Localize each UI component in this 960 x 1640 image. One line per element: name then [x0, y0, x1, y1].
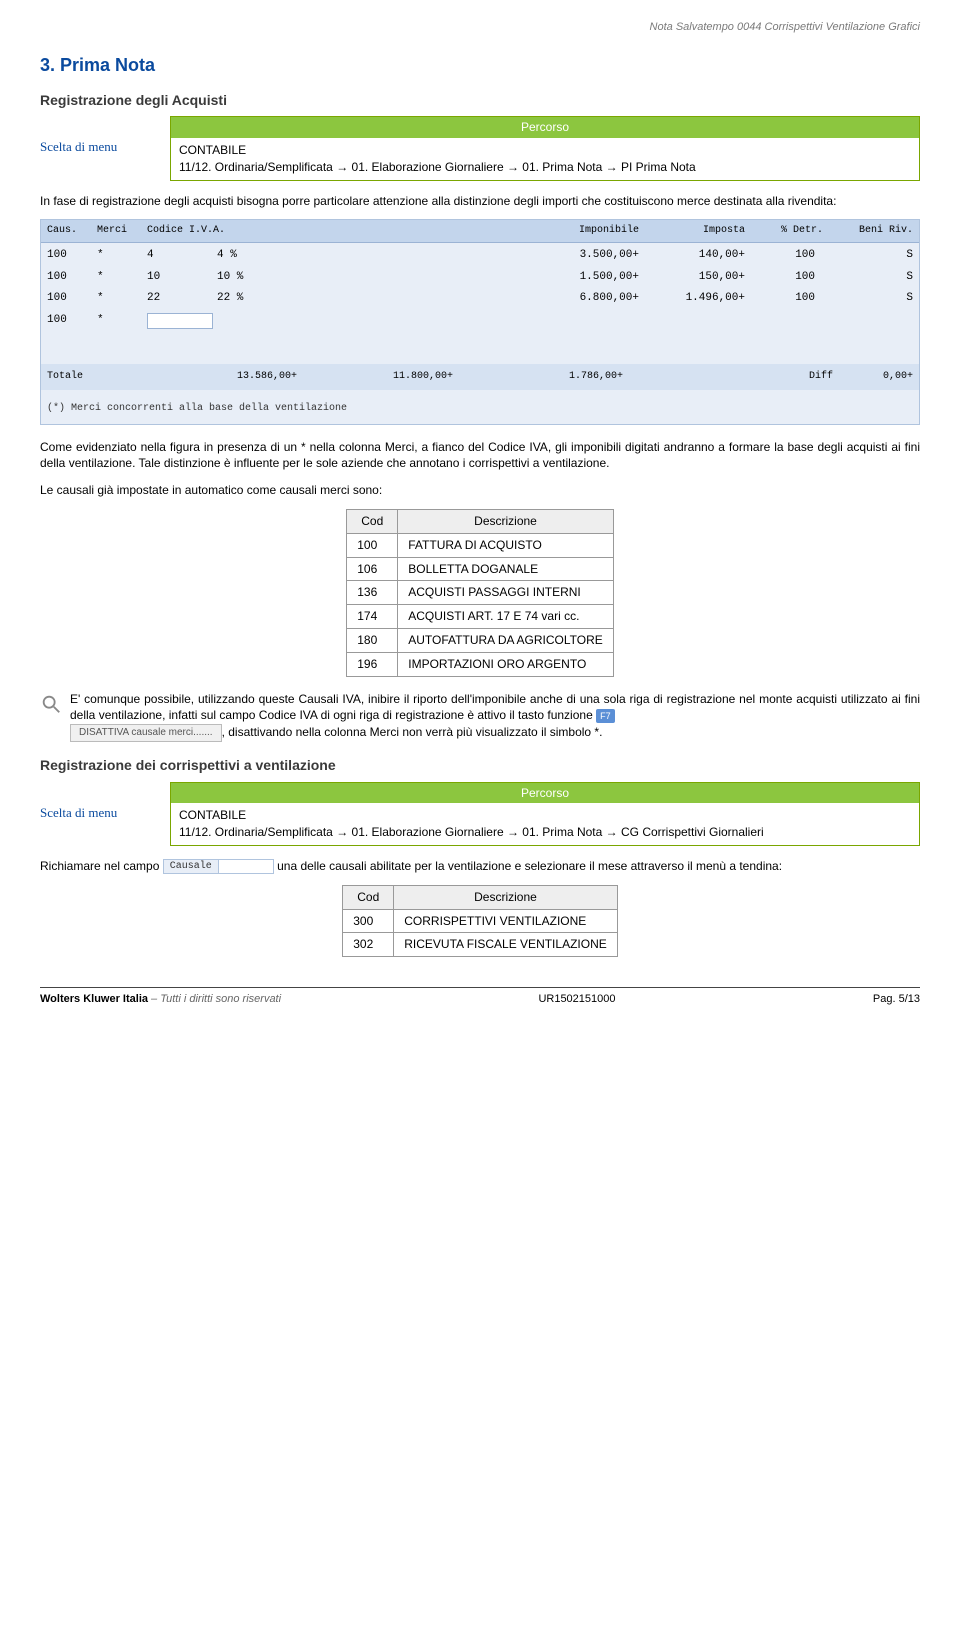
- col-caus: Caus.: [47, 224, 97, 238]
- percorso-block-2: Scelta di menu Percorso CONTABILE 11/12.…: [40, 782, 920, 846]
- percorso-body: CONTABILE 11/12. Ordinaria/Semplificata …: [171, 803, 919, 845]
- percorso-header: Percorso: [171, 783, 919, 804]
- table-row: 100 * 22 22 % 6.800,00+ 1.496,00+ 100 S: [47, 288, 913, 309]
- table-row: 100 *: [47, 310, 913, 332]
- codice-input[interactable]: [147, 313, 213, 329]
- percorso-header: Percorso: [171, 117, 919, 138]
- section-title: 3. Prima Nota: [40, 53, 920, 78]
- causale-field[interactable]: Causale: [163, 860, 274, 874]
- table-row: 100 * 4 4 % 3.500,00+ 140,00+ 100 S: [47, 245, 913, 266]
- screenshot-footnote: (*) Merci concorrenti alla base della ve…: [41, 390, 919, 424]
- col-imposta: Imposta: [653, 224, 753, 238]
- col-desc: Descrizione: [394, 885, 618, 909]
- scelta-di-menu-label: Scelta di menu: [40, 782, 170, 822]
- f7-key-icon: F7: [596, 709, 615, 724]
- percorso-box: Percorso CONTABILE 11/12. Ordinaria/Semp…: [170, 782, 920, 846]
- scelta-di-menu-label: Scelta di menu: [40, 116, 170, 156]
- app-screenshot: Caus. Merci Codice I.V.A. Imponibile Imp…: [40, 219, 920, 424]
- causali-table-1: Cod Descrizione 100FATTURA DI ACQUISTO 1…: [40, 509, 920, 677]
- percorso-line2: 11/12. Ordinaria/Semplificata → 01. Elab…: [179, 160, 696, 174]
- percorso-box: Percorso CONTABILE 11/12. Ordinaria/Semp…: [170, 116, 920, 180]
- table-row: 100FATTURA DI ACQUISTO: [347, 533, 614, 557]
- para-causali-intro: Le causali già impostate in automatico c…: [40, 482, 920, 499]
- screenshot-header-row: Caus. Merci Codice I.V.A. Imponibile Imp…: [41, 220, 919, 243]
- screenshot-rows: 100 * 4 4 % 3.500,00+ 140,00+ 100 S 100 …: [41, 243, 919, 333]
- para-merci-explain: Come evidenziato nella figura in presenz…: [40, 439, 920, 473]
- table-row: 300CORRISPETTIVI VENTILAZIONE: [343, 909, 618, 933]
- percorso-body: CONTABILE 11/12. Ordinaria/Semplificata …: [171, 138, 919, 180]
- table-row: 100 * 10 10 % 1.500,00+ 150,00+ 100 S: [47, 267, 913, 288]
- col-detr: % Detr.: [753, 224, 823, 238]
- para-richiamare: Richiamare nel campo Causale una delle c…: [40, 858, 920, 875]
- col-imponibile: Imponibile: [297, 224, 653, 238]
- col-cod: Cod: [343, 885, 394, 909]
- table-row: 136ACQUISTI PASSAGGI INTERNI: [347, 581, 614, 605]
- col-desc: Descrizione: [398, 509, 613, 533]
- doc-header: Nota Salvatempo 0044 Corrispettivi Venti…: [40, 20, 920, 35]
- table-row: 106BOLLETTA DOGANALE: [347, 557, 614, 581]
- percorso-line1: CONTABILE: [179, 143, 246, 157]
- intro-paragraph: In fase di registrazione degli acquisti …: [40, 193, 920, 210]
- page-footer: Wolters Kluwer Italia – Tutti i diritti …: [40, 987, 920, 1007]
- causali-table-2: Cod Descrizione 300CORRISPETTIVI VENTILA…: [40, 885, 920, 957]
- footer-code: UR1502151000: [538, 992, 615, 1007]
- col-codice: Codice I.V.A.: [147, 224, 297, 238]
- causali-table: Cod Descrizione 300CORRISPETTIVI VENTILA…: [342, 885, 618, 957]
- magnifier-icon: [40, 693, 62, 715]
- table-row: 174ACQUISTI ART. 17 E 74 vari cc.: [347, 605, 614, 629]
- disattiva-button[interactable]: DISATTIVA causale merci.......: [70, 724, 222, 742]
- causali-table: Cod Descrizione 100FATTURA DI ACQUISTO 1…: [346, 509, 614, 677]
- col-merci: Merci: [97, 224, 147, 238]
- footer-page: Pag. 5/13: [873, 992, 920, 1007]
- footer-left: Wolters Kluwer Italia – Tutti i diritti …: [40, 992, 281, 1007]
- col-beni: Beni Riv.: [823, 224, 913, 238]
- para-inhibit: E' comunque possibile, utilizzando quest…: [70, 691, 920, 743]
- subsection-2-title: Registrazione dei corrispettivi a ventil…: [40, 756, 920, 776]
- screenshot-total-row: Totale 13.586,00+ 11.800,00+ 1.786,00+ D…: [41, 364, 919, 390]
- table-row: 302RICEVUTA FISCALE VENTILAZIONE: [343, 933, 618, 957]
- subsection-1-title: Registrazione degli Acquisti: [40, 91, 920, 111]
- table-row: 196IMPORTAZIONI ORO ARGENTO: [347, 652, 614, 676]
- percorso-block-1: Scelta di menu Percorso CONTABILE 11/12.…: [40, 116, 920, 180]
- col-cod: Cod: [347, 509, 398, 533]
- table-row: 180AUTOFATTURA DA AGRICOLTORE: [347, 628, 614, 652]
